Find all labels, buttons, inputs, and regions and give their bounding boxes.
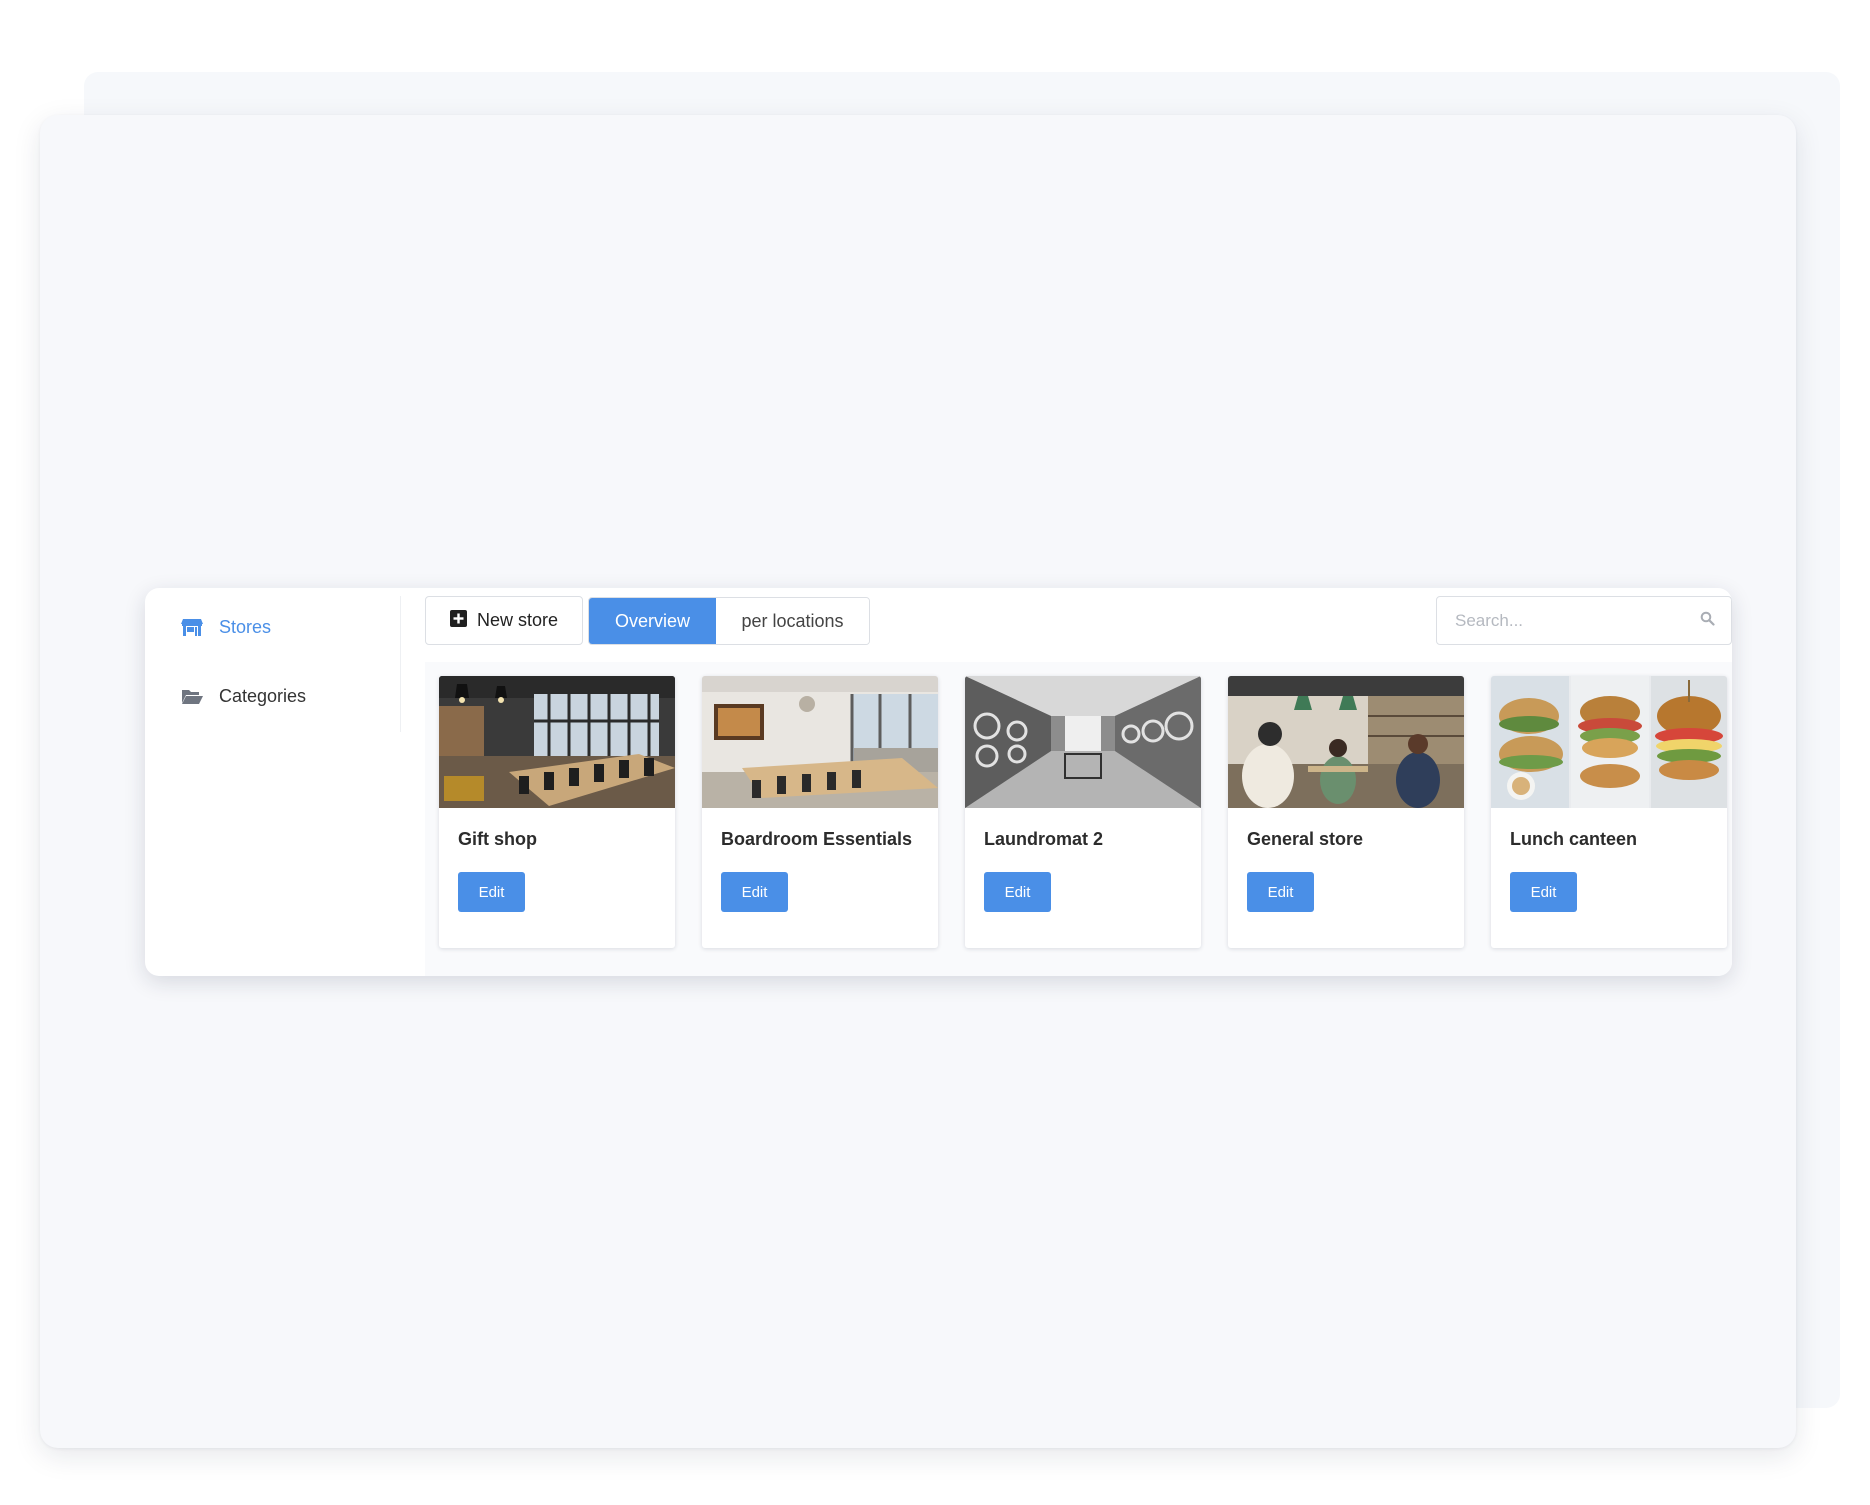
store-title: Gift shop bbox=[458, 829, 537, 849]
store-title: Laundromat 2 bbox=[984, 829, 1104, 849]
store-card: Boardroom Essentials Edit bbox=[702, 676, 938, 948]
sidebar-item-stores[interactable]: Stores bbox=[157, 599, 401, 655]
main-content: New store Overview per locations Search.… bbox=[425, 596, 1732, 976]
store-card: General store Edit bbox=[1228, 676, 1464, 948]
sidebar: Stores Categories bbox=[157, 596, 401, 732]
sandwich-photo bbox=[1491, 676, 1727, 808]
edit-button[interactable]: Edit bbox=[984, 872, 1051, 912]
store-title: Lunch canteen bbox=[1510, 829, 1638, 849]
app-panel: Stores Categories New store Overview per… bbox=[145, 588, 1732, 976]
tab-overview[interactable]: Overview bbox=[589, 598, 716, 644]
store-card: Gift shop Edit bbox=[439, 676, 675, 948]
toolbar: New store Overview per locations bbox=[425, 596, 1732, 646]
search-icon[interactable] bbox=[1700, 611, 1715, 631]
store-card: Laundromat 2 Edit bbox=[965, 676, 1201, 948]
edit-button[interactable]: Edit bbox=[458, 872, 525, 912]
boardroom-photo bbox=[702, 676, 938, 808]
edit-button[interactable]: Edit bbox=[1510, 872, 1577, 912]
tab-per-locations[interactable]: per locations bbox=[716, 598, 869, 644]
store-card: Lunch canteen Edit bbox=[1491, 676, 1727, 948]
edit-button[interactable]: Edit bbox=[1247, 872, 1314, 912]
sidebar-item-categories[interactable]: Categories bbox=[157, 668, 401, 724]
office-photo bbox=[439, 676, 675, 808]
store-title: Boardroom Essentials bbox=[721, 829, 913, 849]
new-store-button[interactable]: New store bbox=[425, 596, 583, 645]
store-icon bbox=[181, 616, 203, 638]
edit-button[interactable]: Edit bbox=[721, 872, 788, 912]
store-title: General store bbox=[1247, 829, 1364, 849]
cafe-photo bbox=[1228, 676, 1464, 808]
search-input[interactable] bbox=[1455, 610, 1700, 631]
folder-open-icon bbox=[181, 685, 203, 707]
new-store-label: New store bbox=[476, 610, 559, 630]
plus-square-icon bbox=[449, 609, 467, 632]
sidebar-item-label: Categories bbox=[219, 685, 307, 706]
laundromat-photo bbox=[965, 676, 1201, 808]
sidebar-item-label: Stores bbox=[219, 616, 272, 637]
store-grid: Gift shop Edit Boardroom Essentials Edit… bbox=[425, 662, 1732, 976]
view-tabs: Overview per locations bbox=[588, 597, 870, 645]
search-box bbox=[1436, 596, 1732, 645]
